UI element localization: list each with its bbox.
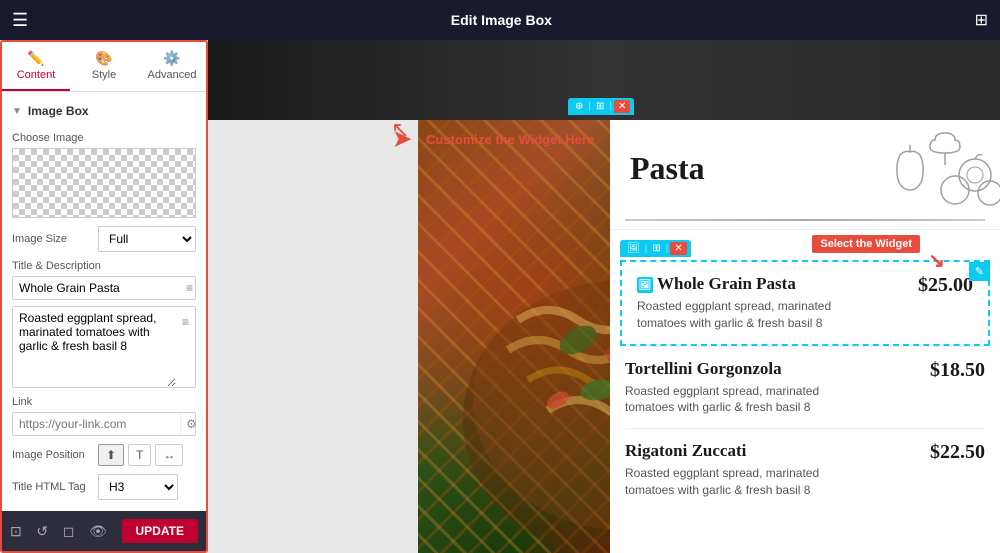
html-tag-select[interactable]: H3 H1 H2 H4 H5 H6 div span p	[98, 474, 178, 500]
item-edit-btn[interactable]: ✎	[969, 262, 990, 281]
hamburger-icon[interactable]: ☰	[12, 10, 28, 31]
page-title: Edit Image Box	[451, 12, 552, 28]
widget-toolbar-top: ⊕ | ⊞ | ✕	[568, 98, 634, 115]
item-widget-copy-btn[interactable]: ⊞	[649, 242, 663, 255]
menu-item-price-first: $25.00	[918, 274, 973, 297]
section-header-imagebox: ▼ Image Box	[12, 100, 196, 122]
content-tab-icon: ✏️	[6, 50, 66, 67]
description-input-wrapper: Roasted eggplant spread, marinated tomat…	[12, 306, 196, 388]
menu-item-info-second: Tortellini Gorgonzola Roasted eggplant s…	[625, 359, 845, 417]
image-position-buttons: ⬆ T ↔	[98, 444, 183, 466]
menu-header: Pasta	[610, 120, 1000, 230]
desc-input-list-icon[interactable]: ≡	[176, 311, 195, 333]
menu-item-desc-third: Roasted eggplant spread, marinated tomat…	[625, 465, 845, 499]
link-settings-icon[interactable]: ⚙	[180, 413, 202, 435]
bookmark-icon[interactable]: ◻	[63, 523, 75, 540]
sidebar-scroll-content: ▼ Image Box Choose Image Image Size Full…	[2, 92, 206, 511]
item-widget-toolbar: 🖼 | ⊞ | ✕	[620, 240, 691, 257]
title-input-list-icon[interactable]: ≡	[180, 277, 199, 299]
link-field-row: ⚙ ≡	[12, 412, 196, 436]
menu-item-second: Tortellini Gorgonzola Roasted eggplant s…	[610, 347, 1000, 429]
main-layout: ✏️ Content 🎨 Style ⚙️ Advanced ▼ Image B…	[0, 40, 1000, 553]
style-tab-icon: 🎨	[74, 50, 134, 67]
link-input[interactable]	[13, 413, 180, 435]
item-widget-img-icon[interactable]: 🖼	[624, 242, 643, 255]
select-widget-arrow: ↘	[928, 248, 945, 273]
description-input[interactable]: Roasted eggplant spread, marinated tomat…	[13, 307, 176, 387]
menu-item-third: Rigatoni Zuccati Roasted eggplant spread…	[610, 429, 1000, 511]
content-area: ➤ ↖ Customize the Widget Here ⊕ | ⊞ | ✕	[208, 40, 1000, 553]
menu-item-name-first: 🖼Whole Grain Pasta	[637, 274, 857, 294]
section-collapse-arrow[interactable]: ▼	[12, 106, 22, 117]
image-size-select[interactable]: Full Large Medium Thumbnail	[98, 226, 196, 252]
menu-item-info-first: 🖼Whole Grain Pasta Roasted eggplant spre…	[637, 274, 857, 332]
menu-item-desc-first: Roasted eggplant spread, marinated tomat…	[637, 298, 857, 332]
menu-item-desc-second: Roasted eggplant spread, marinated tomat…	[625, 383, 845, 417]
advanced-tab-icon: ⚙️	[142, 50, 202, 67]
menu-item-info-third: Rigatoni Zuccati Roasted eggplant spread…	[625, 441, 845, 499]
title-input[interactable]	[13, 277, 180, 299]
tab-style[interactable]: 🎨 Style	[70, 42, 138, 91]
sidebar-bottom-bar: ⊡ ↺ ◻ 👁 UPDATE	[2, 511, 206, 551]
menu-item-price-third: $22.50	[930, 441, 985, 464]
image-size-row: Image Size Full Large Medium Thumbnail	[12, 226, 196, 252]
tab-content[interactable]: ✏️ Content	[2, 42, 70, 91]
image-position-label: Image Position	[12, 449, 92, 461]
pos-btn-left[interactable]: T	[128, 444, 151, 466]
select-widget-tooltip: Select the Widget	[812, 235, 920, 253]
image-size-label: Image Size	[12, 233, 92, 245]
widget-copy-btn[interactable]: ⊞	[593, 100, 607, 113]
veggie-illustrations	[880, 125, 1000, 225]
widget-move-btn[interactable]: ⊕	[572, 100, 586, 113]
image-placeholder[interactable]	[12, 148, 196, 218]
menu-content-area: Pasta	[610, 120, 1000, 553]
title-desc-label: Title & Description	[12, 260, 196, 272]
menu-item-name-third: Rigatoni Zuccati	[625, 441, 845, 461]
grid-icon[interactable]: ⊞	[975, 10, 988, 30]
pos-btn-top[interactable]: ⬆	[98, 444, 124, 466]
html-tag-row: Title HTML Tag H3 H1 H2 H4 H5 H6 div spa…	[12, 474, 196, 500]
update-button[interactable]: UPDATE	[122, 519, 198, 543]
item-widget-close-btn[interactable]: ✕	[670, 242, 686, 255]
pos-btn-right[interactable]: ↔	[155, 444, 183, 466]
sidebar: ✏️ Content 🎨 Style ⚙️ Advanced ▼ Image B…	[0, 40, 208, 553]
history-icon[interactable]: ↺	[36, 523, 48, 540]
html-tag-label: Title HTML Tag	[12, 481, 92, 493]
tab-advanced[interactable]: ⚙️ Advanced	[138, 42, 206, 91]
customize-annotation: ↖ Customize the Widget Here	[426, 132, 594, 147]
image-position-row: Image Position ⬆ T ↔	[12, 444, 196, 466]
layers-icon[interactable]: ⊡	[10, 523, 22, 540]
link-list-icon[interactable]: ≡	[202, 413, 206, 435]
link-label: Link	[12, 396, 196, 408]
title-input-wrapper: ≡	[12, 276, 196, 300]
menu-header-divider	[625, 219, 985, 221]
choose-image-label: Choose Image	[12, 132, 196, 144]
tabs-container: ✏️ Content 🎨 Style ⚙️ Advanced	[2, 42, 206, 92]
menu-item-price-second: $18.50	[930, 359, 985, 382]
widget-close-btn[interactable]: ✕	[614, 100, 630, 113]
customize-arrow-icon: ↖	[391, 117, 409, 143]
menu-item-name-second: Tortellini Gorgonzola	[625, 359, 845, 379]
customize-widget-text: Customize the Widget Here	[426, 132, 594, 147]
eye-icon[interactable]: 👁	[89, 523, 107, 540]
top-bar: ☰ Edit Image Box ⊞	[0, 0, 1000, 40]
menu-item-img-badge: 🖼	[637, 277, 653, 293]
menu-item-first: 🖼Whole Grain Pasta Roasted eggplant spre…	[622, 262, 988, 344]
